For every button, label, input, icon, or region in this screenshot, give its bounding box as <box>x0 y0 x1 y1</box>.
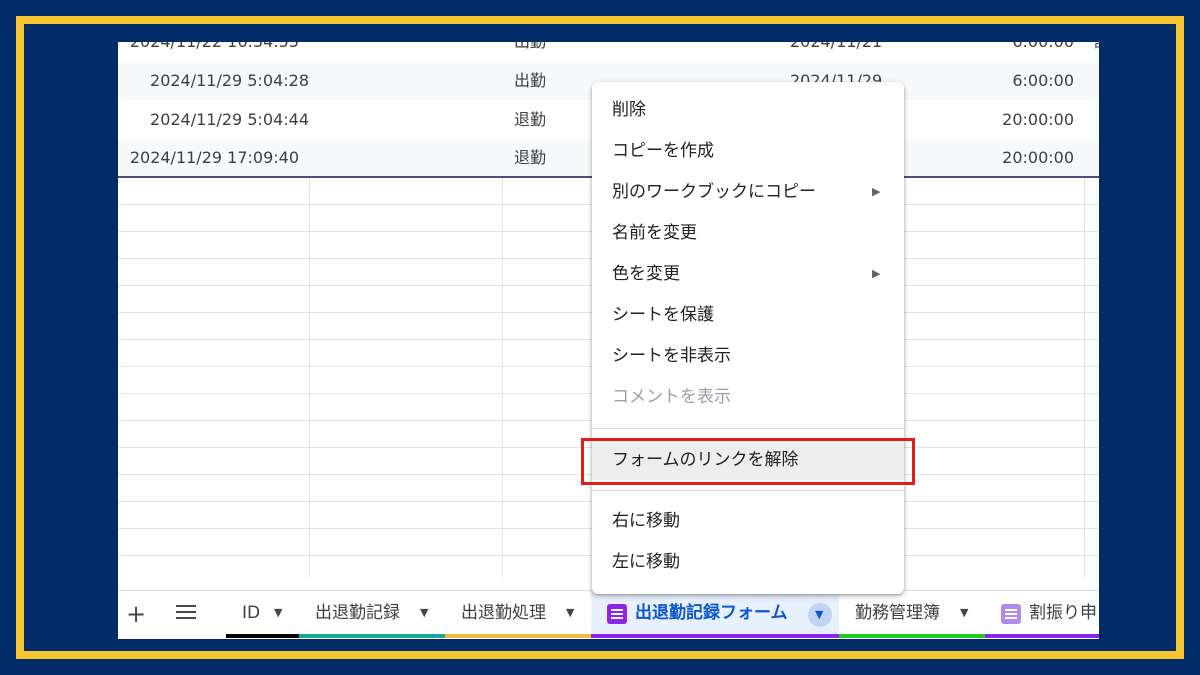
caret-glyph: ▼ <box>815 608 824 621</box>
grid-line <box>502 178 503 578</box>
form-icon <box>1001 604 1021 624</box>
chevron-down-icon[interactable]: ▼ <box>808 603 832 627</box>
menu-item-label: シートを非表示 <box>612 346 731 366</box>
menu-item-delete[interactable]: 削除 <box>592 90 904 130</box>
sheet-context-menu: 削除 コピーを作成 別のワークブックにコピー ▶ 名前を変更 色を変更 ▶ シー… <box>592 82 904 594</box>
cell-type[interactable]: 出勤 <box>514 62 546 100</box>
tab-label: 勤務管理簿 <box>855 603 940 623</box>
cell-timestamp[interactable]: 2024/11/22 16:34:55 <box>130 42 299 61</box>
cell-time[interactable]: 20:00:00 <box>1002 101 1074 139</box>
cell-time[interactable]: 20:00:00 <box>1002 139 1074 177</box>
tab-allocation-request[interactable]: 割振り申 <box>985 591 1099 638</box>
tab-color-bar <box>839 634 985 638</box>
sheet-tab-bar: + ID ▼ 出退勤記録 ▼ 出退勤処理 ▼ 出退勤記録フォーム ▼ 勤務管理簿… <box>118 590 1099 639</box>
menu-divider <box>592 490 904 491</box>
menu-item-label: シートを保護 <box>612 305 714 325</box>
submenu-arrow-icon: ▶ <box>872 185 881 198</box>
grid-line <box>309 178 310 578</box>
menu-item-rename[interactable]: 名前を変更 <box>592 213 904 253</box>
menu-item-duplicate[interactable]: コピーを作成 <box>592 131 904 171</box>
cell-extra[interactable]: 記 <box>1094 42 1099 61</box>
cell-time[interactable]: 6:00:00 <box>1012 42 1074 61</box>
menu-item-label: 色を変更 <box>612 264 680 284</box>
cell-timestamp[interactable]: 2024/11/29 17:09:40 <box>130 139 299 177</box>
cell-time[interactable]: 6:00:00 <box>1012 62 1074 100</box>
tab-attendance-form[interactable]: 出退勤記録フォーム ▼ <box>591 591 839 638</box>
tab-label: 出退勤記録 <box>315 603 400 623</box>
form-icon <box>607 604 627 624</box>
menu-divider <box>592 428 904 429</box>
submenu-arrow-icon: ▶ <box>872 267 881 280</box>
highlight-box <box>581 438 915 485</box>
tab-color-bar <box>299 634 445 638</box>
chevron-down-icon[interactable]: ▼ <box>420 591 428 635</box>
tab-color-bar <box>226 634 299 638</box>
tab-id[interactable]: ID ▼ <box>226 591 299 638</box>
menu-item-label: 左に移動 <box>612 552 680 572</box>
menu-item-label: コピーを作成 <box>612 141 714 161</box>
cell-type[interactable]: 退勤 <box>514 101 546 139</box>
chevron-down-icon[interactable]: ▼ <box>960 591 968 635</box>
menu-item-label: コメントを表示 <box>612 387 731 407</box>
table-row[interactable]: 2024/11/22 16:34:55 出勤 2024/11/21 6:00:0… <box>118 42 1099 61</box>
all-sheets-menu-icon[interactable] <box>176 605 196 621</box>
tab-label: 出退勤記録フォーム <box>635 603 788 623</box>
menu-item-label: 名前を変更 <box>612 223 697 243</box>
tab-label: 割振り申 <box>1029 603 1097 623</box>
cell-type[interactable]: 退勤 <box>514 139 546 177</box>
menu-item-move-right[interactable]: 右に移動 <box>592 501 904 541</box>
cell-date[interactable]: 2024/11/21 <box>790 42 882 61</box>
cell-timestamp[interactable]: 2024/11/29 5:04:44 <box>150 101 309 139</box>
tab-color-bar <box>591 634 839 638</box>
menu-item-protect-sheet[interactable]: シートを保護 <box>592 295 904 335</box>
tab-attendance-processing[interactable]: 出退勤処理 ▼ <box>445 591 591 638</box>
chevron-down-icon[interactable]: ▼ <box>274 591 282 635</box>
chevron-down-icon[interactable]: ▼ <box>566 591 574 635</box>
tab-work-management[interactable]: 勤務管理簿 ▼ <box>839 591 985 638</box>
tab-label: 出退勤処理 <box>461 603 546 623</box>
menu-item-change-color[interactable]: 色を変更 ▶ <box>592 254 904 294</box>
add-sheet-button[interactable]: + <box>126 601 146 627</box>
tab-label: ID <box>242 603 261 623</box>
cell-timestamp[interactable]: 2024/11/29 5:04:28 <box>150 62 309 100</box>
menu-item-label: 削除 <box>612 100 646 120</box>
menu-item-hide-sheet[interactable]: シートを非表示 <box>592 336 904 376</box>
menu-item-label: 別のワークブックにコピー <box>612 182 816 202</box>
menu-item-move-left[interactable]: 左に移動 <box>592 542 904 582</box>
grid-line <box>1084 178 1085 578</box>
tab-color-bar <box>985 634 1099 638</box>
tab-color-bar <box>445 634 591 638</box>
cell-type[interactable]: 出勤 <box>514 42 546 61</box>
menu-item-copy-to-workbook[interactable]: 別のワークブックにコピー ▶ <box>592 172 904 212</box>
menu-item-label: 右に移動 <box>612 511 680 531</box>
tab-attendance-log[interactable]: 出退勤記録 ▼ <box>299 591 445 638</box>
menu-item-show-comments: コメントを表示 <box>592 377 904 417</box>
